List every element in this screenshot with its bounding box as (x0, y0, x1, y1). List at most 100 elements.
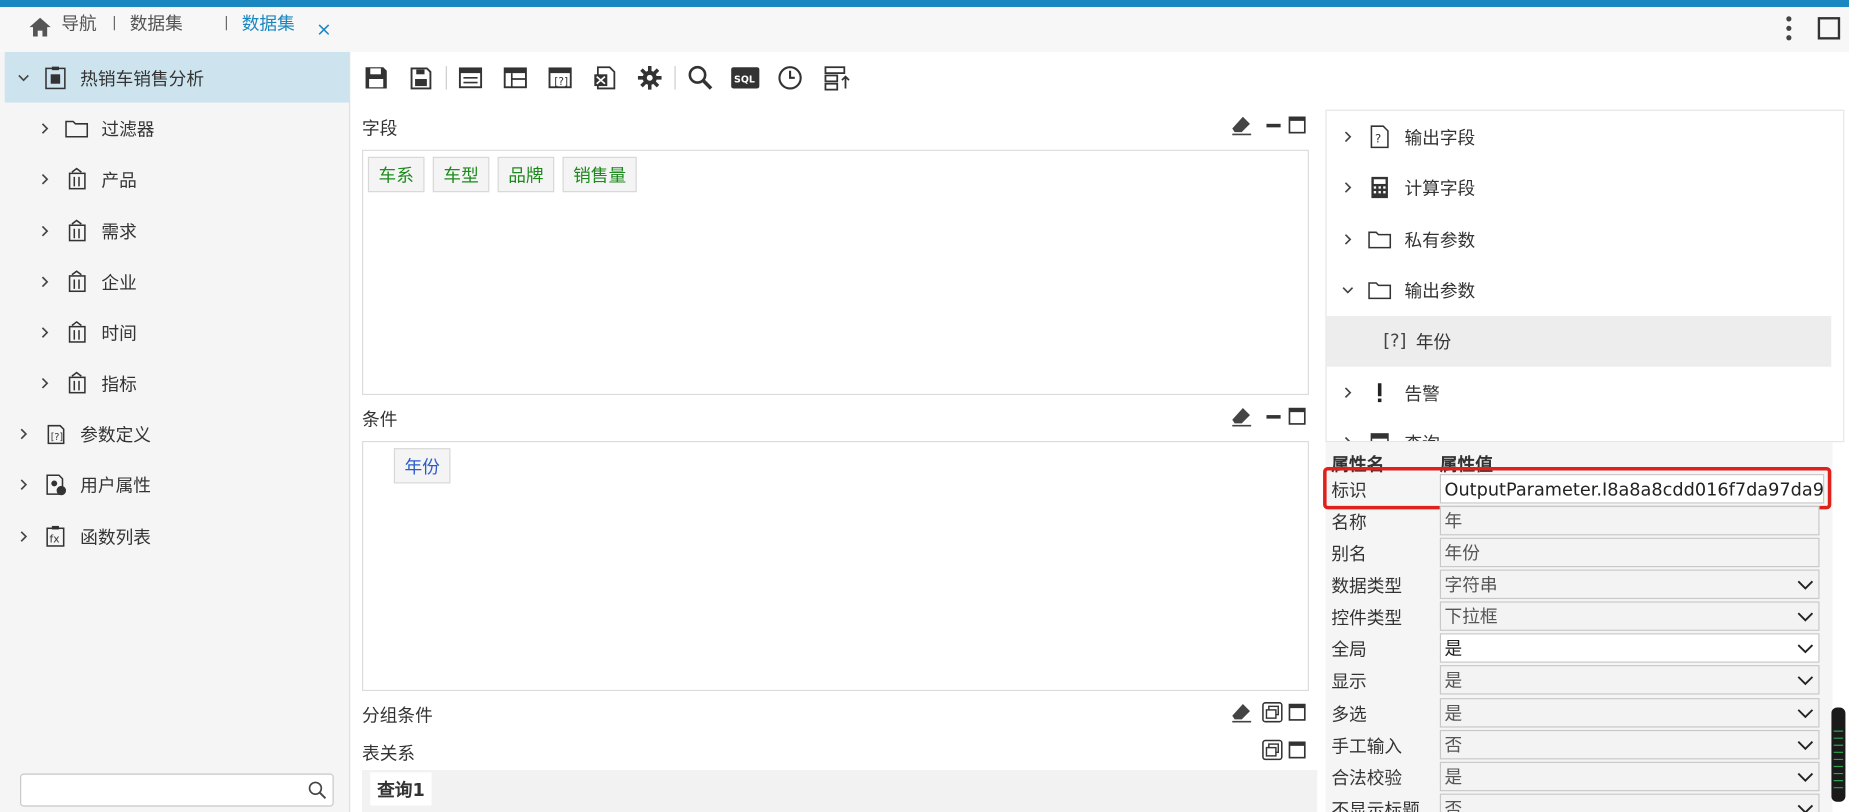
prop-label: 控件类型 (1331, 607, 1403, 629)
param-table-icon[interactable]: [?] (544, 61, 577, 94)
settings-gear-icon[interactable] (633, 61, 666, 94)
more-vertical-icon[interactable] (1781, 14, 1798, 42)
tree-root-node[interactable]: 热销车销售分析 (17, 64, 204, 92)
eraser-icon[interactable] (1231, 114, 1252, 136)
maximize-icon[interactable] (1287, 702, 1308, 723)
maximize-icon[interactable] (1287, 406, 1308, 427)
sql-icon[interactable]: SQL (729, 61, 762, 94)
minimize-icon[interactable] (1263, 114, 1284, 135)
chevron-down-icon[interactable] (1797, 801, 1814, 812)
chevron-down-icon[interactable] (1797, 640, 1814, 657)
chevron-right-icon[interactable] (38, 376, 52, 390)
tree-node-demand[interactable]: 需求 (38, 217, 137, 245)
chevron-down-icon[interactable] (1797, 705, 1814, 722)
restore-icon[interactable] (1262, 739, 1283, 761)
restore-icon[interactable] (1262, 702, 1283, 723)
query-tab[interactable]: 查询1 (370, 772, 432, 806)
eraser-icon[interactable] (1231, 702, 1252, 723)
property-scrollbar[interactable] (1831, 707, 1846, 802)
prop-label: 标识 (1331, 479, 1367, 502)
chevron-right-icon[interactable] (17, 478, 31, 492)
search-icon[interactable] (684, 61, 717, 94)
prop-alias-field[interactable]: 年份 (1439, 537, 1820, 568)
rtree-output-params[interactable]: 输出参数 (1341, 275, 1475, 306)
prop-multiselect-select[interactable]: 是 (1439, 698, 1820, 728)
tab-dataset[interactable]: 数据集 (242, 11, 295, 36)
chevron-right-icon[interactable] (1341, 180, 1355, 194)
tree-node-func-list[interactable]: fx 函数列表 (17, 522, 151, 550)
rtree-output-fields[interactable]: ? 输出字段 (1341, 121, 1475, 152)
tab-close-icon[interactable]: × (316, 18, 332, 40)
clock-icon[interactable] (774, 61, 807, 94)
prop-id-field[interactable]: OutputParameter.I8a8a8cdd016f7da97da90cb… (1439, 474, 1825, 504)
field-chip[interactable]: 车系 (367, 156, 425, 193)
tab-home[interactable]: 导航 (61, 11, 96, 36)
maximize-icon[interactable] (1816, 15, 1842, 41)
prop-select-value: 否 (1444, 798, 1463, 812)
chevron-right-icon[interactable] (1341, 130, 1355, 144)
tab-separator: | (112, 14, 117, 31)
tree-node-metric[interactable]: 指标 (38, 369, 137, 397)
grid-layout-icon[interactable] (499, 61, 532, 94)
minimize-icon[interactable] (1263, 406, 1284, 427)
tree-node-product[interactable]: 产品 (38, 165, 137, 193)
export-excel-icon[interactable] (588, 61, 621, 94)
home-icon[interactable] (28, 17, 52, 38)
rtree-query[interactable]: 查询 (1341, 427, 1440, 442)
rtree-private-params[interactable]: 私有参数 (1341, 224, 1475, 255)
tree-node-label: 企业 (101, 271, 137, 294)
tree-node-enterprise[interactable]: 企业 (38, 268, 137, 296)
rtree-calc-fields[interactable]: 计算字段 (1341, 172, 1475, 203)
chevron-right-icon[interactable] (38, 121, 52, 135)
chevron-down-icon[interactable] (1341, 283, 1355, 297)
tree-search-input[interactable] (20, 773, 334, 807)
prop-control-type-select[interactable]: 下拉框 (1439, 601, 1820, 631)
field-chip[interactable]: 车型 (432, 156, 490, 193)
prop-datatype-select[interactable]: 字符串 (1439, 569, 1820, 600)
chevron-down-icon[interactable] (1797, 769, 1814, 786)
condition-panel[interactable] (362, 441, 1309, 692)
maximize-icon[interactable] (1287, 114, 1308, 135)
chevron-down-icon[interactable] (1797, 672, 1814, 689)
table-layout-icon[interactable] (454, 61, 487, 94)
field-chip[interactable]: 销售量 (562, 156, 637, 193)
tree-node-time[interactable]: 时间 (38, 318, 137, 346)
tree-node-param-def[interactable]: [?] 参数定义 (17, 420, 151, 448)
chevron-right-icon[interactable] (38, 224, 52, 238)
tree-node-label: 需求 (101, 221, 137, 243)
breadcrumb-dataset[interactable]: 数据集 (130, 11, 183, 36)
prop-display-select[interactable]: 是 (1439, 665, 1820, 695)
save-icon[interactable] (360, 61, 393, 94)
prop-hide-title-select[interactable]: 否 (1439, 793, 1820, 812)
chevron-right-icon[interactable] (38, 325, 52, 339)
chevron-right-icon[interactable] (38, 172, 52, 186)
condition-chip[interactable]: 年份 (393, 448, 451, 484)
tree-node-user-attr[interactable]: 用户属性 (17, 471, 151, 499)
chevron-right-icon[interactable] (1341, 386, 1355, 400)
field-sort-icon[interactable] (822, 61, 855, 94)
svg-text:[?]: [?] (554, 75, 568, 88)
maximize-icon[interactable] (1287, 739, 1308, 760)
rtree-alerts[interactable]: 告警 (1341, 377, 1440, 408)
prop-global-select[interactable]: 是 (1439, 633, 1820, 663)
prop-manual-input-select[interactable]: 否 (1439, 729, 1820, 760)
chevron-down-icon[interactable] (1797, 577, 1814, 594)
prop-label: 数据类型 (1331, 575, 1403, 597)
eraser-icon[interactable] (1231, 406, 1252, 427)
prop-validation-select[interactable]: 是 (1439, 761, 1820, 792)
chevron-right-icon[interactable] (38, 275, 52, 289)
search-icon[interactable] (308, 781, 327, 800)
chevron-down-icon[interactable] (1797, 608, 1814, 625)
chevron-right-icon[interactable] (1341, 232, 1355, 246)
chevron-down-icon[interactable] (17, 71, 31, 85)
rtree-param-year[interactable]: [?] 年份 (1383, 325, 1451, 356)
prop-name-field[interactable]: 年 (1439, 505, 1820, 536)
chevron-down-icon[interactable] (1797, 737, 1814, 754)
save-as-icon[interactable] (404, 61, 437, 94)
tree-node-label: 产品 (101, 169, 137, 191)
chevron-right-icon[interactable] (17, 529, 31, 543)
tree-node-filter[interactable]: 过滤器 (38, 114, 154, 142)
field-chip[interactable]: 品牌 (497, 156, 555, 193)
chevron-right-icon[interactable] (17, 427, 31, 441)
chevron-right-icon[interactable] (1341, 435, 1355, 442)
